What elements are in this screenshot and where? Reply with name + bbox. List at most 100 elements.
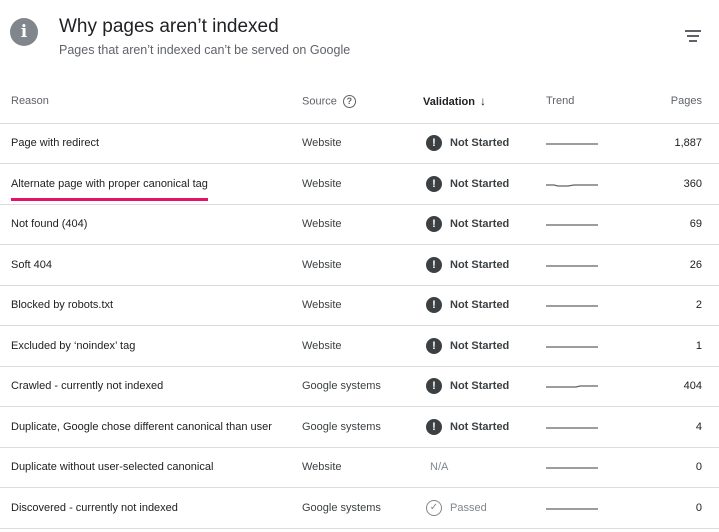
reason-label: Alternate page with proper canonical tag	[11, 177, 208, 190]
table-row[interactable]: Duplicate without user-selected canonica…	[0, 447, 719, 488]
table-row[interactable]: Excluded by ‘noindex’ tag Website ! Not …	[0, 326, 719, 367]
table-row[interactable]: Blocked by robots.txt Website ! Not Star…	[0, 285, 719, 326]
trend-cell	[546, 164, 646, 205]
table-row[interactable]: Discovered - currently not indexed Googl…	[0, 488, 719, 529]
pages-count: 0	[695, 501, 702, 514]
trend-cell	[546, 245, 646, 286]
column-header-validation-label: Validation	[423, 96, 475, 109]
trend-sparkline	[546, 305, 598, 307]
pages-cell: 404	[646, 366, 719, 407]
column-header-validation[interactable]: Validation ↓	[423, 80, 546, 123]
column-header-reason[interactable]: Reason	[0, 80, 302, 123]
validation-cell: ! Not Started	[423, 204, 546, 245]
source-cell: Google systems	[302, 488, 423, 529]
pages-count: 1,887	[674, 137, 702, 150]
validation-cell: ! Not Started	[423, 123, 546, 164]
validation-label: Not Started	[450, 137, 510, 150]
pages-cell: 26	[646, 245, 719, 286]
source-cell: Google systems	[302, 366, 423, 407]
exclamation-icon: !	[426, 378, 442, 395]
trend-cell	[546, 204, 646, 245]
pages-cell: 1,887	[646, 123, 719, 164]
column-header-trend: Trend	[546, 80, 646, 123]
validation-status: N/A	[423, 461, 546, 473]
validation-cell: N/A	[423, 447, 546, 488]
table-row[interactable]: Page with redirect Website ! Not Started…	[0, 123, 719, 164]
reason-cell: Duplicate without user-selected canonica…	[0, 447, 302, 488]
card-header: i Why pages aren’t indexed Pages that ar…	[0, 0, 719, 80]
source-label: Website	[302, 461, 342, 474]
reasons-table: Reason Source? Validation ↓ Trend Pages P…	[0, 80, 719, 529]
arrow-down-icon: ↓	[479, 94, 486, 109]
trend-sparkline	[546, 427, 598, 429]
pages-count: 4	[695, 420, 702, 433]
reason-label: Blocked by robots.txt	[11, 299, 114, 312]
validation-label: Not Started	[450, 299, 510, 312]
validation-label: Not Started	[450, 380, 510, 393]
table-row[interactable]: Alternate page with proper canonical tag…	[0, 164, 719, 205]
exclamation-icon: !	[426, 216, 442, 233]
reason-label: Duplicate without user-selected canonica…	[11, 461, 214, 474]
table-row[interactable]: Crawled - currently not indexed Google s…	[0, 366, 719, 407]
trend-sparkline	[546, 265, 598, 267]
exclamation-icon: !	[426, 418, 442, 435]
source-label: Website	[302, 177, 342, 190]
reason-cell: Alternate page with proper canonical tag	[0, 164, 302, 205]
source-label: Website	[302, 137, 342, 150]
exclamation-icon: !	[426, 175, 442, 192]
reason-label: Excluded by ‘noindex’ tag	[11, 339, 136, 352]
source-cell: Website	[302, 447, 423, 488]
validation-label: Not Started	[450, 218, 510, 231]
help-icon[interactable]: ?	[342, 94, 356, 108]
column-header-source[interactable]: Source?	[302, 80, 423, 123]
table-row[interactable]: Soft 404 Website ! Not Started 26	[0, 245, 719, 286]
trend-cell	[546, 123, 646, 164]
reason-label: Discovered - currently not indexed	[11, 501, 178, 514]
trend-cell	[546, 285, 646, 326]
filter-icon[interactable]	[680, 25, 706, 45]
source-cell: Website	[302, 123, 423, 164]
pages-count: 26	[689, 258, 702, 271]
trend-sparkline	[546, 508, 598, 510]
reason-label: Duplicate, Google chose different canoni…	[11, 420, 272, 433]
trend-cell	[546, 407, 646, 448]
validation-status: ! Not Started	[423, 337, 546, 354]
card-title: Why pages aren’t indexed	[59, 16, 279, 37]
trend-sparkline	[546, 143, 598, 145]
trend-sparkline	[546, 184, 598, 187]
pages-cell: 2	[646, 285, 719, 326]
table-row[interactable]: Not found (404) Website ! Not Started 69	[0, 204, 719, 245]
column-header-pages[interactable]: Pages	[646, 80, 719, 123]
pages-cell: 0	[646, 488, 719, 529]
pages-cell: 1	[646, 326, 719, 367]
trend-sparkline	[546, 346, 598, 348]
validation-cell: ! Not Started	[423, 407, 546, 448]
exclamation-icon: !	[426, 337, 442, 354]
validation-label: Not Started	[450, 258, 510, 271]
validation-cell: ! Not Started	[423, 285, 546, 326]
reason-label: Crawled - currently not indexed	[11, 380, 164, 393]
table-row[interactable]: Duplicate, Google chose different canoni…	[0, 407, 719, 448]
source-cell: Website	[302, 285, 423, 326]
pages-cell: 360	[646, 164, 719, 205]
column-header-trend-label: Trend	[546, 95, 575, 108]
pages-count: 69	[689, 218, 702, 231]
validation-status: ! Not Started	[423, 378, 546, 395]
column-header-source-label: Source	[302, 95, 337, 108]
reason-cell: Crawled - currently not indexed	[0, 366, 302, 407]
validation-label: Not Started	[450, 420, 510, 433]
exclamation-icon: !	[426, 297, 442, 314]
pages-count: 2	[695, 299, 702, 312]
source-cell: Website	[302, 326, 423, 367]
trend-cell	[546, 488, 646, 529]
pages-count: 0	[695, 461, 702, 474]
source-cell: Website	[302, 164, 423, 205]
validation-status: ! Not Started	[423, 256, 546, 273]
validation-label: Not Started	[450, 339, 510, 352]
reason-cell: Excluded by ‘noindex’ tag	[0, 326, 302, 367]
table-header-row: Reason Source? Validation ↓ Trend Pages	[0, 80, 719, 123]
validation-cell: ✓ Passed	[423, 488, 546, 529]
reason-cell: Duplicate, Google chose different canoni…	[0, 407, 302, 448]
reason-cell: Blocked by robots.txt	[0, 285, 302, 326]
pages-cell: 0	[646, 447, 719, 488]
